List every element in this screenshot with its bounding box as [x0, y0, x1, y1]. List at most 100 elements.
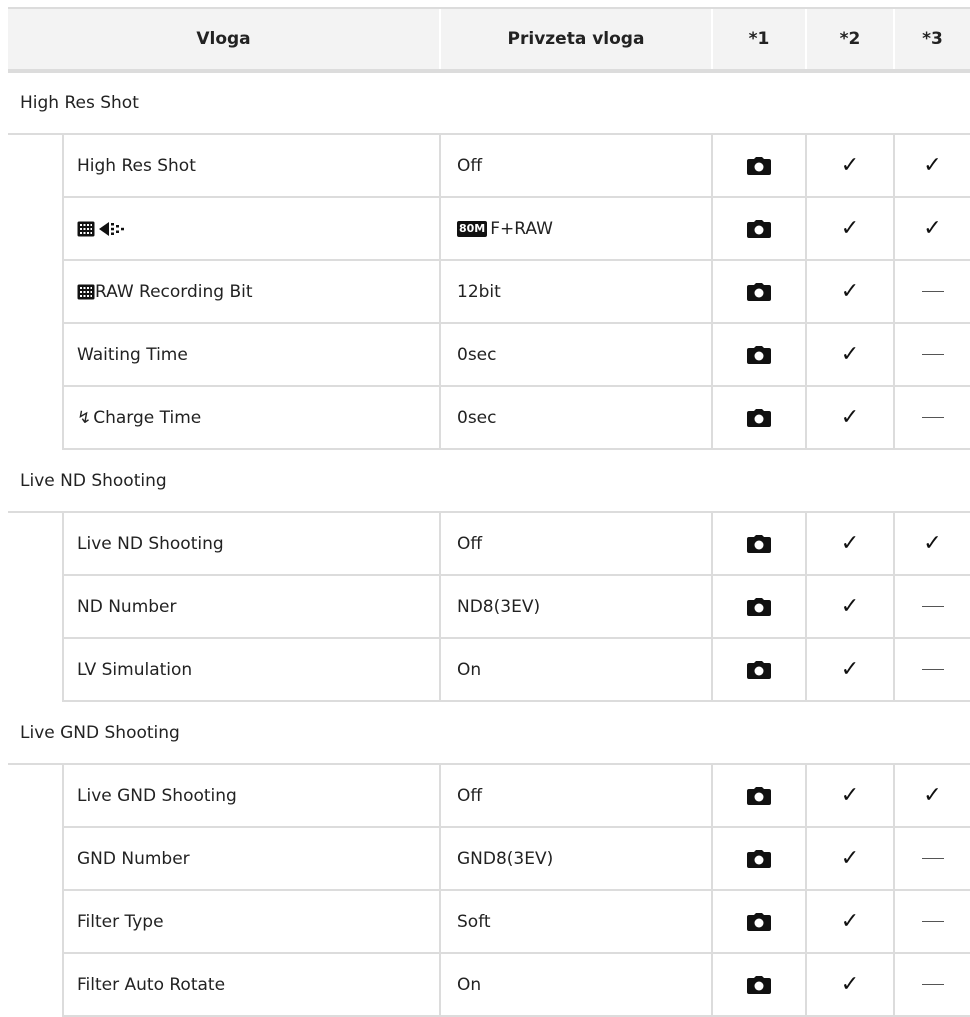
- section-title: High Res Shot: [8, 71, 970, 135]
- default-cell: 0sec: [439, 323, 712, 387]
- check-cell: ✓: [805, 134, 894, 198]
- default-cell: Off: [439, 764, 712, 828]
- check-mark: ✓: [840, 656, 860, 682]
- default-value: 0sec: [457, 407, 497, 428]
- check-cell: ✓: [805, 764, 894, 828]
- function-cell: [62, 197, 440, 261]
- dash-mark: [921, 291, 944, 292]
- high-res-grid-icon: [77, 282, 95, 302]
- function-label: Live ND Shooting: [77, 533, 224, 554]
- default-value: Off: [457, 155, 483, 176]
- default-value: GND8(3EV): [457, 848, 554, 869]
- default-value: Off: [457, 533, 483, 554]
- image-size-badge: 80M: [457, 220, 488, 237]
- row-indent: [8, 638, 63, 701]
- flash-bolt-icon: ↯: [77, 407, 92, 428]
- header-col2: *2: [805, 7, 894, 73]
- table-row: ↯ Charge Time 0sec ✓: [8, 386, 970, 450]
- header-col1: *1: [711, 7, 806, 73]
- dash-mark: [921, 921, 944, 922]
- mode-cell: [711, 827, 806, 891]
- dash-cell: [893, 827, 970, 891]
- check-mark: ✓: [840, 215, 860, 241]
- function-cell: RAW Recording Bit: [62, 260, 440, 324]
- function-cell: ND Number: [62, 575, 440, 639]
- mode-cell: [711, 260, 806, 324]
- check-cell: ✓: [805, 260, 894, 324]
- row-indent: [8, 575, 63, 638]
- dash-mark: [921, 606, 944, 607]
- default-value: F+RAW: [490, 218, 553, 239]
- row-indent: [8, 890, 63, 953]
- function-label: Filter Type: [77, 911, 164, 932]
- default-value: On: [457, 659, 482, 680]
- table-row: RAW Recording Bit 12bit ✓: [8, 260, 970, 324]
- camera-icon: [747, 660, 771, 680]
- default-cell: 80M F+RAW: [439, 197, 712, 261]
- header-function: Vloga: [8, 7, 440, 73]
- mode-cell: [711, 638, 806, 702]
- mode-cell: [711, 386, 806, 450]
- check-mark: ✓: [923, 215, 942, 241]
- settings-table: Vloga Privzeta vloga *1 *2 *3 High Res S…: [8, 7, 970, 1017]
- table-row: Filter Type Soft ✓: [8, 890, 970, 954]
- function-cell: Waiting Time: [62, 323, 440, 387]
- function-cell: ↯ Charge Time: [62, 386, 440, 450]
- function-label: LV Simulation: [77, 659, 193, 680]
- camera-icon: [747, 975, 771, 995]
- check-mark: ✓: [840, 845, 860, 871]
- table-row: 80M F+RAW ✓ ✓: [8, 197, 970, 261]
- dash-mark: [921, 417, 944, 418]
- default-cell: ND8(3EV): [439, 575, 712, 639]
- function-cell: GND Number: [62, 827, 440, 891]
- check-mark: ✓: [840, 404, 860, 430]
- check-mark: ✓: [840, 908, 860, 934]
- row-indent: [8, 764, 63, 827]
- dash-mark: [921, 354, 944, 355]
- function-cell: Live ND Shooting: [62, 512, 440, 576]
- header-col3: *3: [893, 7, 970, 73]
- check-cell: ✓: [893, 764, 970, 828]
- function-cell: Live GND Shooting: [62, 764, 440, 828]
- camera-icon: [747, 597, 771, 617]
- function-cell: Filter Type: [62, 890, 440, 954]
- mode-cell: [711, 134, 806, 198]
- dash-cell: [893, 386, 970, 450]
- function-cell: LV Simulation: [62, 638, 440, 702]
- table-row: Live ND Shooting Off ✓ ✓: [8, 512, 970, 576]
- image-quality-arrow-icon: [95, 219, 129, 239]
- section-row: Live GND Shooting: [8, 701, 970, 765]
- check-cell: ✓: [805, 323, 894, 387]
- check-mark: ✓: [840, 530, 860, 556]
- table-body: High Res Shot High Res Shot Off ✓ ✓ 80M F+RAW ✓…: [8, 71, 970, 1017]
- section-title: Live GND Shooting: [8, 701, 970, 765]
- mode-cell: [711, 890, 806, 954]
- table-row: Live GND Shooting Off ✓ ✓: [8, 764, 970, 828]
- table-row: High Res Shot Off ✓ ✓: [8, 134, 970, 198]
- table-row: LV Simulation On ✓: [8, 638, 970, 702]
- table-row: GND Number GND8(3EV) ✓: [8, 827, 970, 891]
- function-label: RAW Recording Bit: [95, 281, 253, 302]
- default-cell: On: [439, 638, 712, 702]
- row-indent: [8, 260, 63, 323]
- check-cell: ✓: [805, 638, 894, 702]
- dash-cell: [893, 575, 970, 639]
- camera-icon: [747, 345, 771, 365]
- check-mark: ✓: [840, 593, 860, 619]
- check-mark: ✓: [923, 530, 942, 556]
- check-mark: ✓: [923, 152, 942, 178]
- dash-mark: [921, 984, 944, 985]
- function-label: GND Number: [77, 848, 190, 869]
- default-cell: GND8(3EV): [439, 827, 712, 891]
- check-cell: ✓: [805, 575, 894, 639]
- row-indent: [8, 134, 63, 197]
- section-title: Live ND Shooting: [8, 449, 970, 513]
- row-indent: [8, 323, 63, 386]
- mode-cell: [711, 323, 806, 387]
- check-cell: ✓: [893, 197, 970, 261]
- check-cell: ✓: [805, 512, 894, 576]
- default-cell: 0sec: [439, 386, 712, 450]
- check-cell: ✓: [805, 197, 894, 261]
- function-label: Live GND Shooting: [77, 785, 237, 806]
- default-value: Soft: [457, 911, 491, 932]
